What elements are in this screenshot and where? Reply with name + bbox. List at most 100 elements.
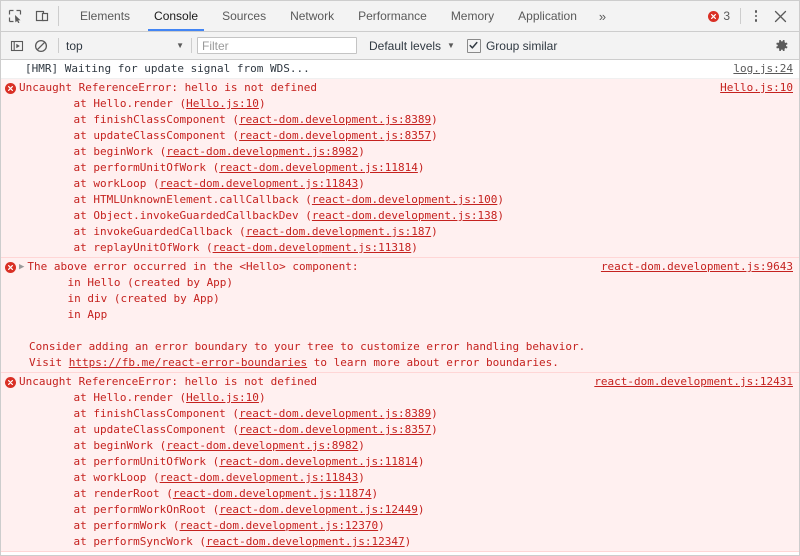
stack-frame[interactable]: at performSyncWork (react-dom.developmen… bbox=[19, 534, 793, 550]
stack-frame-link[interactable]: react-dom.development.js:11814 bbox=[219, 161, 418, 174]
stack-frame[interactable]: at performUnitOfWork (react-dom.developm… bbox=[19, 454, 793, 470]
stack-frame-link[interactable]: react-dom.development.js:12347 bbox=[206, 535, 405, 548]
tab-memory[interactable]: Memory bbox=[439, 1, 506, 31]
devtools-window: Elements Console Sources Network Perform… bbox=[0, 0, 800, 556]
execution-context-icon[interactable] bbox=[5, 34, 29, 58]
stack-frame-link[interactable]: react-dom.development.js:8982 bbox=[166, 145, 358, 158]
error-count-label: 3 bbox=[723, 9, 730, 23]
component-tree-line: in div (created by App) bbox=[41, 292, 220, 305]
stack-frame[interactable]: at HTMLUnknownElement.callCallback (reac… bbox=[19, 192, 793, 208]
stack-frame[interactable]: at finishClassComponent (react-dom.devel… bbox=[19, 406, 793, 422]
stack-frame[interactable]: at updateClassComponent (react-dom.devel… bbox=[19, 128, 793, 144]
tab-label: Sources bbox=[222, 9, 267, 23]
stack-frame-link[interactable]: react-dom.development.js:11843 bbox=[160, 177, 359, 190]
message-first-line: ▶ The above error occurred in the <Hello… bbox=[19, 259, 793, 275]
source-link[interactable]: client?81da:77 bbox=[692, 553, 793, 555]
stack-frame-link[interactable]: react-dom.development.js:187 bbox=[246, 225, 431, 238]
expand-triangle-icon[interactable]: ▶ bbox=[19, 259, 24, 275]
inspect-element-icon[interactable] bbox=[1, 1, 28, 31]
log-levels-dropdown[interactable]: Default levels ▼ bbox=[369, 39, 457, 53]
stack-frame-link[interactable]: Hello.js:10 bbox=[186, 391, 259, 404]
execution-context-selector[interactable]: top ▼ bbox=[64, 39, 186, 53]
tab-performance[interactable]: Performance bbox=[346, 1, 439, 31]
console-toolbar: top ▼ Default levels ▼ Group similar bbox=[1, 32, 799, 60]
tab-sources[interactable]: Sources bbox=[210, 1, 278, 31]
stack-frame[interactable]: at finishClassComponent (react-dom.devel… bbox=[19, 112, 793, 128]
stack-frame-link[interactable]: react-dom.development.js:11843 bbox=[160, 471, 359, 484]
message-first-line: Uncaught ReferenceError: hello is not de… bbox=[19, 80, 793, 96]
stack-frame[interactable]: at beginWork (react-dom.development.js:8… bbox=[19, 144, 793, 160]
stack-frame-link[interactable]: react-dom.development.js:12449 bbox=[219, 503, 418, 516]
source-link[interactable]: log.js:24 bbox=[725, 61, 793, 77]
tab-console[interactable]: Console bbox=[142, 1, 210, 31]
tab-network[interactable]: Network bbox=[278, 1, 346, 31]
source-link[interactable]: react-dom.development.js:9643 bbox=[593, 259, 793, 275]
message-gutter bbox=[1, 259, 19, 273]
console-message-list[interactable]: [HMR] Waiting for update signal from WDS… bbox=[1, 60, 799, 555]
tab-label: Console bbox=[154, 9, 199, 23]
component-tree: in Hello (created by App) in div (create… bbox=[19, 275, 793, 323]
stack-trace: at Hello.render (Hello.js:10) at finishC… bbox=[19, 96, 793, 256]
group-similar-label: Group similar bbox=[485, 38, 558, 53]
stack-frame-link[interactable]: react-dom.development.js:8389 bbox=[239, 113, 431, 126]
message-text: The above error occurred in the <Hello> … bbox=[27, 260, 359, 273]
group-similar-toggle[interactable]: Group similar bbox=[466, 38, 558, 53]
stack-frame-link[interactable]: react-dom.development.js:11874 bbox=[173, 487, 372, 500]
stack-frame[interactable]: at replayUnitOfWork (react-dom.developme… bbox=[19, 240, 793, 256]
stack-frame-link[interactable]: Hello.js:10 bbox=[186, 97, 259, 110]
stack-frame-link[interactable]: react-dom.development.js:8389 bbox=[239, 407, 431, 420]
more-options-icon[interactable] bbox=[745, 10, 767, 22]
console-message-info[interactable]: [WDS] Hot Module Replacement enabled. cl… bbox=[1, 552, 799, 555]
stack-frame[interactable]: at Object.invokeGuardedCallbackDev (reac… bbox=[19, 208, 793, 224]
error-count-badge[interactable]: 3 bbox=[702, 9, 736, 23]
tabbar-right-divider bbox=[740, 8, 741, 24]
react-error-boundaries-link[interactable]: https://fb.me/react-error-boundaries bbox=[69, 356, 307, 369]
stack-frame[interactable]: at beginWork (react-dom.development.js:8… bbox=[19, 438, 793, 454]
stack-frame[interactable]: at workLoop (react-dom.development.js:11… bbox=[19, 176, 793, 192]
tab-label: Memory bbox=[450, 9, 495, 23]
stack-frame-link[interactable]: react-dom.development.js:11814 bbox=[219, 455, 418, 468]
tabbar-divider bbox=[58, 6, 59, 26]
stack-frame[interactable]: at invokeGuardedCallback (react-dom.deve… bbox=[19, 224, 793, 240]
stack-frame-link[interactable]: react-dom.development.js:138 bbox=[312, 209, 497, 222]
console-message-error[interactable]: ▶ The above error occurred in the <Hello… bbox=[1, 258, 799, 373]
device-toolbar-icon[interactable] bbox=[28, 1, 55, 31]
chevron-down-icon: ▼ bbox=[447, 41, 455, 50]
message-content: Uncaught ReferenceError: hello is not de… bbox=[19, 374, 799, 550]
stack-frame-link[interactable]: react-dom.development.js:11318 bbox=[213, 241, 412, 254]
tab-elements[interactable]: Elements bbox=[68, 1, 142, 31]
source-link[interactable]: react-dom.development.js:12431 bbox=[586, 374, 793, 390]
stack-frame[interactable]: at Hello.render (Hello.js:10) bbox=[19, 390, 793, 406]
stack-frame-link[interactable]: react-dom.development.js:100 bbox=[312, 193, 497, 206]
source-link[interactable]: Hello.js:10 bbox=[712, 80, 793, 96]
stack-frame[interactable]: at updateClassComponent (react-dom.devel… bbox=[19, 422, 793, 438]
tab-application[interactable]: Application bbox=[506, 1, 589, 31]
console-message-error[interactable]: Uncaught ReferenceError: hello is not de… bbox=[1, 79, 799, 258]
stack-trace: at Hello.render (Hello.js:10) at finishC… bbox=[19, 390, 793, 550]
console-message-error[interactable]: Uncaught ReferenceError: hello is not de… bbox=[1, 373, 799, 552]
stack-frame[interactable]: at performWork (react-dom.development.js… bbox=[19, 518, 793, 534]
message-first-line: [WDS] Hot Module Replacement enabled. cl… bbox=[19, 553, 793, 555]
console-message-info[interactable]: [HMR] Waiting for update signal from WDS… bbox=[1, 60, 799, 79]
stack-frame[interactable]: at workLoop (react-dom.development.js:11… bbox=[19, 470, 793, 486]
message-gutter bbox=[1, 80, 19, 94]
close-icon[interactable] bbox=[767, 10, 793, 23]
stack-frame-link[interactable]: react-dom.development.js:8357 bbox=[239, 423, 431, 436]
group-similar-checkbox[interactable] bbox=[466, 38, 481, 53]
stack-frame-link[interactable]: react-dom.development.js:12370 bbox=[179, 519, 378, 532]
stack-frame[interactable]: at performWorkOnRoot (react-dom.developm… bbox=[19, 502, 793, 518]
stack-frame-link[interactable]: react-dom.development.js:8982 bbox=[166, 439, 358, 452]
gear-icon[interactable] bbox=[769, 34, 793, 58]
tab-label: Performance bbox=[358, 9, 427, 23]
stack-frame-link[interactable]: react-dom.development.js:8357 bbox=[239, 129, 431, 142]
stack-frame[interactable]: at performUnitOfWork (react-dom.developm… bbox=[19, 160, 793, 176]
stack-frame[interactable]: at renderRoot (react-dom.development.js:… bbox=[19, 486, 793, 502]
error-circle-icon bbox=[4, 262, 16, 273]
more-tabs-icon[interactable]: » bbox=[589, 1, 616, 31]
message-content: [WDS] Hot Module Replacement enabled. cl… bbox=[19, 553, 799, 555]
filter-input[interactable] bbox=[197, 37, 357, 54]
stack-frame[interactable]: at Hello.render (Hello.js:10) bbox=[19, 96, 793, 112]
clear-console-icon[interactable] bbox=[29, 34, 53, 58]
message-text: Uncaught ReferenceError: hello is not de… bbox=[19, 81, 318, 94]
message-text: Uncaught ReferenceError: hello is not de… bbox=[19, 375, 318, 388]
